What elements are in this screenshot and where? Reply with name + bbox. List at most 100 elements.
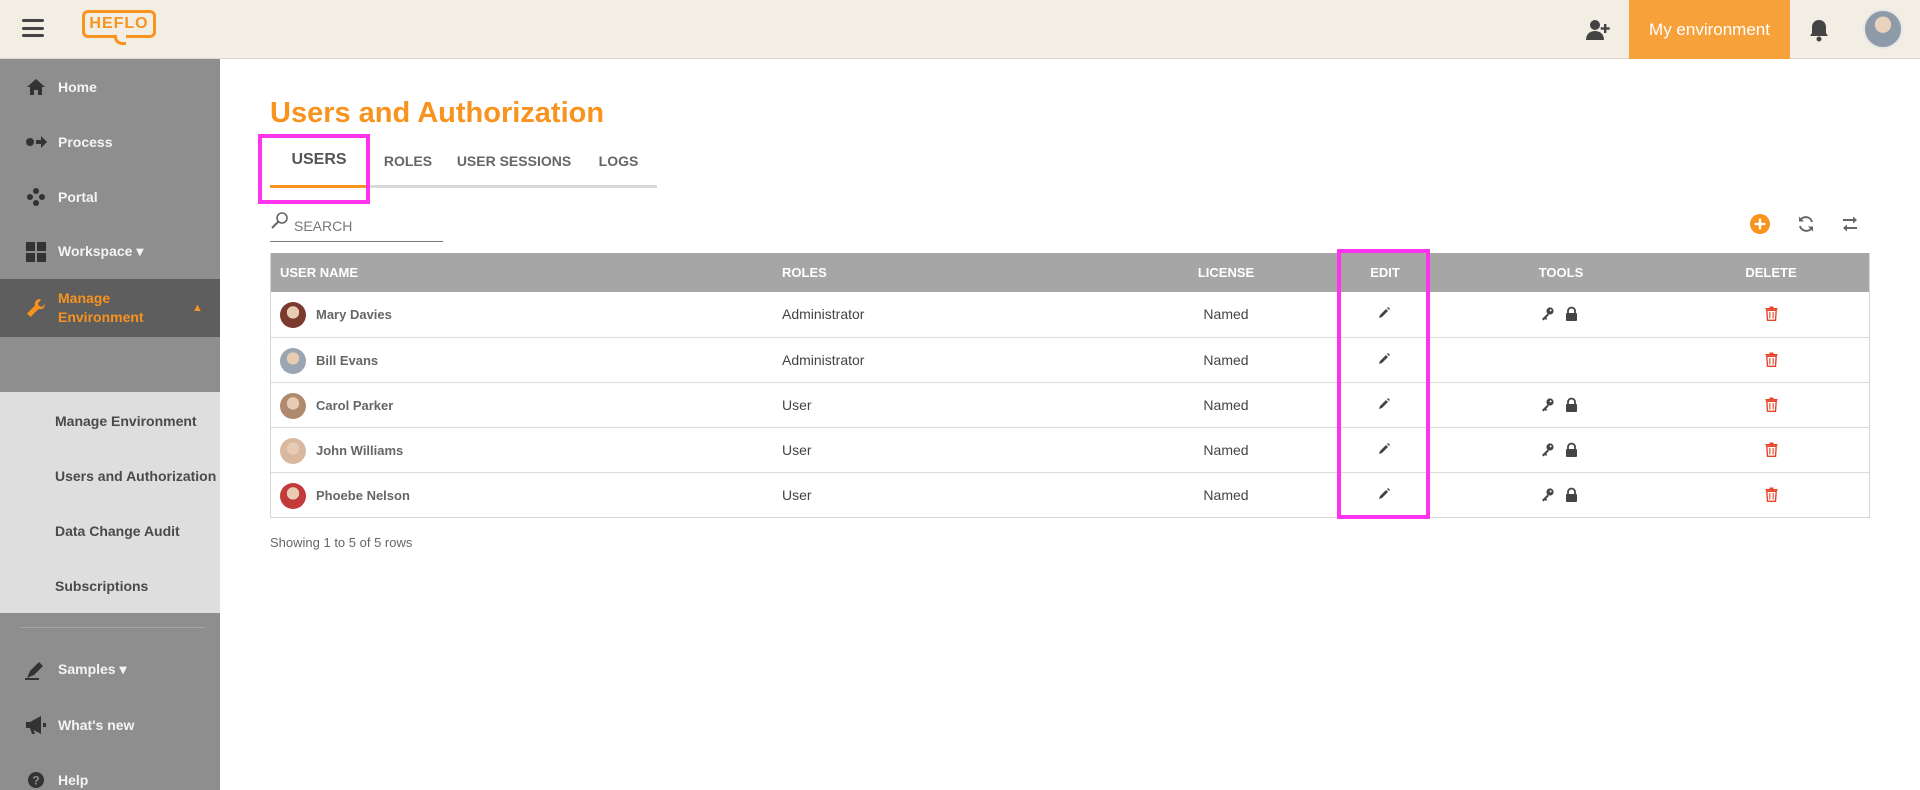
users-table: USER NAME ROLES LICENSE EDIT TOOLS DELET… <box>270 253 1870 518</box>
sidebar-item-samples[interactable]: Samples ▾ <box>0 642 220 697</box>
sidebar-item-label: Portal <box>58 188 98 205</box>
cell-license: Named <box>1203 397 1249 413</box>
tab-roles[interactable]: ROLES <box>368 134 448 188</box>
svg-text:?: ? <box>32 773 39 787</box>
delete-trash-icon[interactable] <box>1765 397 1781 413</box>
portal-icon <box>25 186 47 208</box>
lock-icon[interactable] <box>1565 397 1581 413</box>
tab-user-sessions[interactable]: USER SESSIONS <box>448 134 580 188</box>
sidebar-item-label: Process <box>58 133 113 150</box>
cell-license: Named <box>1203 306 1249 322</box>
sidebar-item-label: Help <box>58 771 89 788</box>
search-input[interactable] <box>294 215 442 237</box>
cell-role: User <box>782 442 812 458</box>
sidebar-item-label: Home <box>58 78 97 95</box>
avatar <box>280 302 306 328</box>
cell-user-name: Bill Evans <box>271 338 771 383</box>
submenu-item-users-and-authorization[interactable]: Users and Authorization <box>55 468 216 484</box>
user-name-link[interactable]: John Williams <box>316 428 403 473</box>
key-icon[interactable] <box>1540 306 1556 322</box>
workspace-icon <box>25 241 47 263</box>
wrench-icon <box>25 297 47 319</box>
sidebar-item-workspace[interactable]: Workspace ▾ <box>0 224 220 279</box>
key-icon[interactable] <box>1540 487 1556 503</box>
lock-icon[interactable] <box>1565 442 1581 458</box>
column-header-license[interactable]: LICENSE <box>1176 253 1276 292</box>
avatar <box>280 393 306 419</box>
sidebar-item-label: Samples ▾ <box>58 661 127 677</box>
cell-role: Administrator <box>782 306 865 322</box>
swap-columns-icon[interactable] <box>1838 212 1862 236</box>
column-header-user-name[interactable]: USER NAME <box>280 253 358 292</box>
samples-icon <box>25 659 47 681</box>
logo-text: HEFLO <box>82 10 156 38</box>
sidebar-divider <box>20 627 205 628</box>
process-icon <box>25 131 47 153</box>
delete-trash-icon[interactable] <box>1765 352 1781 368</box>
sidebar-item-manage-environment[interactable]: Manage Environment ▲ <box>0 279 220 337</box>
cell-user-name: Carol Parker <box>271 383 771 428</box>
cell-user-name: Phoebe Nelson <box>271 473 771 518</box>
cell-role: User <box>782 487 812 503</box>
sidebar-item-label: Workspace ▾ <box>58 243 144 259</box>
my-environment-button[interactable]: My environment <box>1629 0 1790 59</box>
help-icon: ? <box>25 769 47 790</box>
cell-role: Administrator <box>782 352 865 368</box>
user-name-link[interactable]: Phoebe Nelson <box>316 473 410 518</box>
table-row: Phoebe Nelson User Named <box>271 472 1869 517</box>
delete-trash-icon[interactable] <box>1765 487 1781 503</box>
sidebar-item-label: Manage Environment <box>58 290 144 325</box>
cell-role: User <box>782 397 812 413</box>
avatar[interactable] <box>1863 9 1903 49</box>
sidebar-item-whats-new[interactable]: What's new <box>0 697 220 752</box>
cell-license: Named <box>1203 487 1249 503</box>
table-row: Carol Parker User Named <box>271 382 1869 427</box>
lock-icon[interactable] <box>1565 487 1581 503</box>
cell-license: Named <box>1203 352 1249 368</box>
refresh-icon[interactable] <box>1794 212 1818 236</box>
table-row: John Williams User Named <box>271 427 1869 472</box>
column-header-tools: TOOLS <box>1538 265 1584 280</box>
delete-trash-icon[interactable] <box>1765 306 1781 322</box>
highlight-box-edit-column <box>1337 249 1430 519</box>
cell-user-name: Mary Davies <box>271 292 771 337</box>
table-row: Mary Davies Administrator Named <box>271 292 1869 337</box>
user-name-link[interactable]: Carol Parker <box>316 383 393 428</box>
search-icon <box>270 211 290 231</box>
submenu-item-subscriptions[interactable]: Subscriptions <box>55 578 148 594</box>
bell-icon[interactable] <box>1805 16 1833 44</box>
sidebar-item-portal[interactable]: Portal <box>0 169 220 224</box>
add-circle-icon[interactable] <box>1748 212 1772 236</box>
column-header-delete: DELETE <box>1745 265 1797 280</box>
megaphone-icon <box>25 714 47 736</box>
avatar <box>280 348 306 374</box>
pagination-info: Showing 1 to 5 of 5 rows <box>270 535 413 550</box>
sidebar-item-label: What's new <box>58 716 135 733</box>
sidebar: Home Process Portal Workspace ▾ Manage E… <box>0 59 220 790</box>
home-icon <box>25 76 47 98</box>
top-bar: HEFLO My environment <box>0 0 1920 59</box>
delete-trash-icon[interactable] <box>1765 442 1781 458</box>
lock-icon[interactable] <box>1565 306 1581 322</box>
avatar <box>280 438 306 464</box>
key-icon[interactable] <box>1540 442 1556 458</box>
sidebar-item-help[interactable]: ? Help <box>0 752 220 790</box>
menu-icon[interactable] <box>22 19 44 37</box>
table-body: Mary Davies Administrator Named Bill Evans A… <box>271 292 1869 517</box>
submenu-item-manage-environment[interactable]: Manage Environment <box>55 413 197 429</box>
key-icon[interactable] <box>1540 397 1556 413</box>
sidebar-item-home[interactable]: Home <box>0 59 220 114</box>
search-box <box>270 211 443 242</box>
submenu-item-data-change-audit[interactable]: Data Change Audit <box>55 523 180 539</box>
user-name-link[interactable]: Bill Evans <box>316 338 378 383</box>
cell-user-name: John Williams <box>271 428 771 473</box>
submenu: Manage Environment Users and Authorizati… <box>0 392 220 613</box>
column-header-roles[interactable]: ROLES <box>782 253 827 292</box>
highlight-box-users-tab <box>258 134 370 204</box>
sidebar-item-process[interactable]: Process <box>0 114 220 169</box>
add-user-icon[interactable] <box>1584 16 1612 44</box>
tab-logs[interactable]: LOGS <box>580 134 657 188</box>
user-name-link[interactable]: Mary Davies <box>316 292 392 337</box>
heflo-logo[interactable]: HEFLO <box>82 10 156 46</box>
avatar <box>280 483 306 509</box>
